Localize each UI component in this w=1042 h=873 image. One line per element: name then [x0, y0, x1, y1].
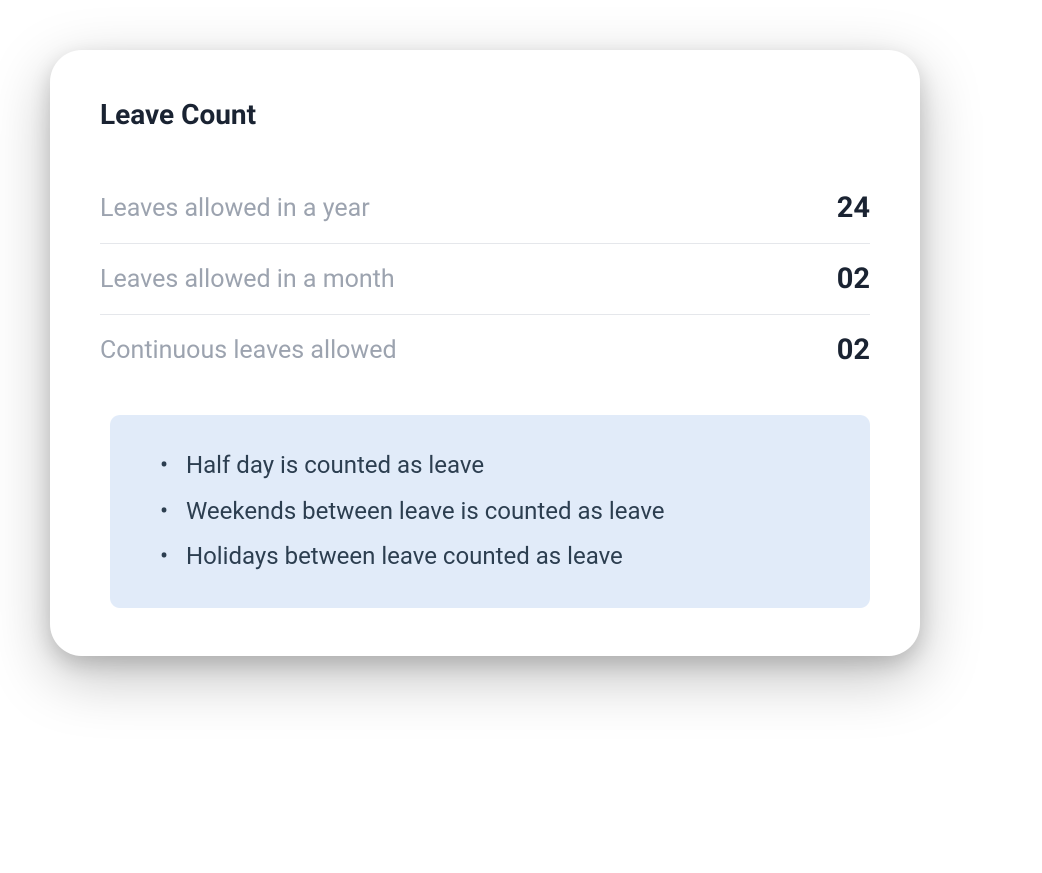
info-box: Half day is counted as leave Weekends be…	[110, 415, 870, 608]
card-title: Leave Count	[100, 98, 870, 131]
leave-row-continuous: Continuous leaves allowed 02	[100, 315, 870, 385]
leave-value: 24	[837, 191, 870, 225]
leave-value: 02	[837, 333, 870, 367]
leave-value: 02	[837, 262, 870, 296]
info-item: Half day is counted as leave	[158, 443, 822, 489]
leave-count-card: Leave Count Leaves allowed in a year 24 …	[50, 50, 920, 656]
leave-row-year: Leaves allowed in a year 24	[100, 173, 870, 244]
leave-row-month: Leaves allowed in a month 02	[100, 244, 870, 315]
info-item: Weekends between leave is counted as lea…	[158, 489, 822, 535]
info-item: Holidays between leave counted as leave	[158, 534, 822, 580]
leave-label: Leaves allowed in a month	[100, 265, 395, 294]
leave-label: Leaves allowed in a year	[100, 194, 370, 223]
info-list: Half day is counted as leave Weekends be…	[158, 443, 822, 580]
leave-label: Continuous leaves allowed	[100, 336, 397, 365]
